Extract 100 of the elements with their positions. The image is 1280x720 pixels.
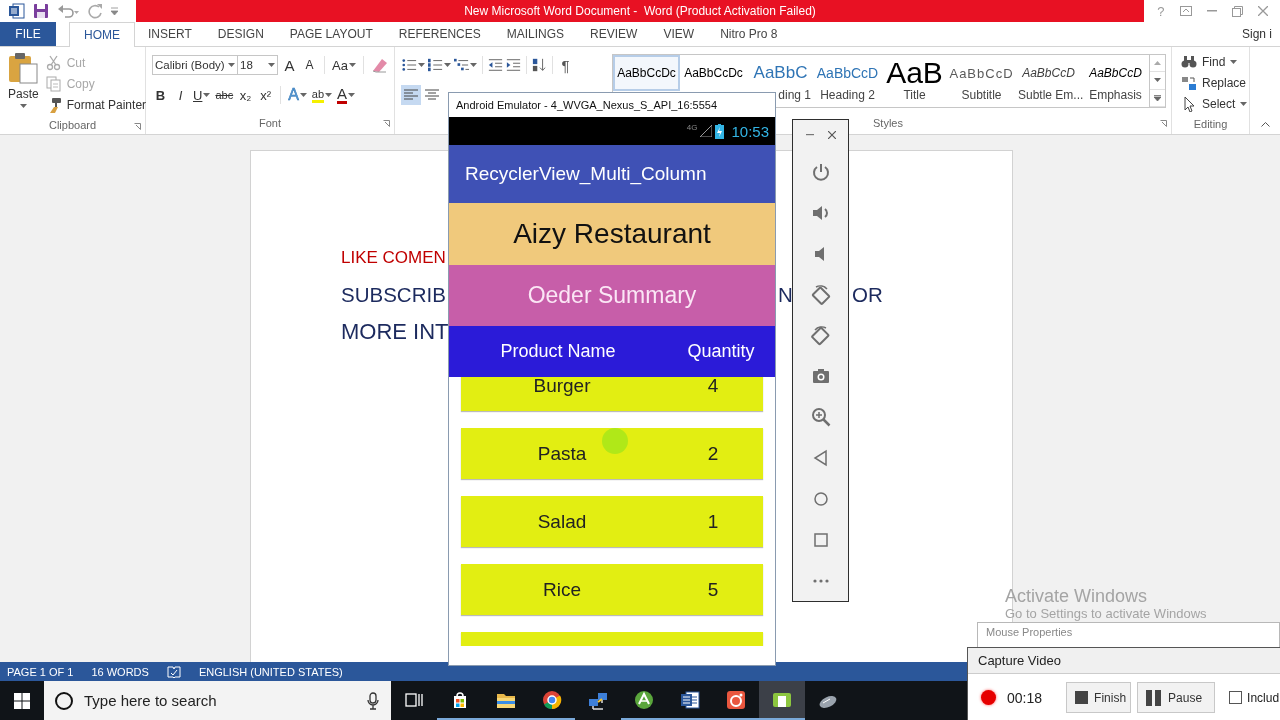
ribbon-tab[interactable]: INSERT xyxy=(135,22,205,46)
style-option[interactable]: AaBbCcD Subtitle xyxy=(948,55,1015,107)
superscript-button[interactable]: x² xyxy=(257,85,275,105)
restore-icon xyxy=(1232,5,1244,17)
align-left-icon xyxy=(403,87,419,103)
ribbon-tab[interactable]: REVIEW xyxy=(577,22,651,46)
italic-button[interactable]: I xyxy=(172,85,189,105)
font-name-field[interactable]: Calibri (Body) xyxy=(152,55,238,75)
rotate-right-icon xyxy=(810,325,831,346)
minimize-icon[interactable] xyxy=(805,133,814,136)
order-row[interactable]: Burger 4 xyxy=(461,377,763,411)
group-label: Styles xyxy=(873,117,903,129)
customize-icon[interactable] xyxy=(111,7,118,15)
signal-icon xyxy=(700,125,713,137)
strikethrough-button[interactable]: abc xyxy=(214,85,235,105)
show-marks-button[interactable]: ¶ xyxy=(557,55,574,75)
language-indicator[interactable]: ENGLISH (UNITED STATES) xyxy=(198,665,343,678)
ribbon-tab[interactable]: HOME xyxy=(69,22,135,47)
checkbox[interactable] xyxy=(1229,691,1243,704)
ribbon-tab[interactable]: REFERENCES xyxy=(385,22,494,46)
dialog-launcher-icon[interactable] xyxy=(383,120,390,127)
pause-button[interactable]: Pause xyxy=(1137,682,1216,713)
taskbar-app[interactable] xyxy=(759,681,805,720)
save-icon[interactable] xyxy=(33,3,49,19)
pause-icon xyxy=(1146,689,1163,706)
window-title: Capture Video xyxy=(978,653,1061,668)
copy-icon xyxy=(45,75,62,92)
find-button[interactable]: Find xyxy=(1178,51,1251,72)
style-option[interactable]: AaBbCcDc xyxy=(680,55,747,91)
more-icon xyxy=(1154,94,1161,101)
grow-font-button[interactable]: A xyxy=(281,55,298,75)
highlight-button[interactable]: ab xyxy=(310,85,334,105)
finish-button[interactable]: Finish xyxy=(1066,682,1132,713)
dialog-launcher-icon[interactable] xyxy=(1160,120,1167,127)
ribbon-tab[interactable]: DESIGN xyxy=(204,22,277,46)
search-field[interactable]: Type here to search xyxy=(44,681,391,720)
order-row[interactable]: Rice 5 xyxy=(461,564,763,615)
style-option[interactable]: AaBbCcD Heading 2 xyxy=(814,55,881,107)
column-header: Product Name xyxy=(499,341,617,362)
scissors-icon xyxy=(45,54,62,71)
order-row[interactable]: Pasta 2 xyxy=(461,428,763,479)
paste-button[interactable]: Paste xyxy=(8,52,39,115)
caret-icon xyxy=(418,63,425,67)
quantity: 1 xyxy=(706,510,720,533)
underline-button[interactable]: U xyxy=(192,85,212,105)
style-option[interactable]: AaBbCcD Subtle Em... xyxy=(1015,55,1082,107)
product-name: Pasta xyxy=(536,442,588,465)
section-title: Oeder Summary xyxy=(527,282,697,309)
product-name: Rice xyxy=(542,578,582,601)
document-text: LIKE COMEN xyxy=(341,248,446,267)
close-icon[interactable] xyxy=(827,130,836,139)
select-button[interactable]: Select xyxy=(1178,93,1251,114)
style-option[interactable]: AaBbCcD Emphasis xyxy=(1082,55,1149,107)
ribbon-display-icon xyxy=(1180,6,1193,16)
window-title: New Microsoft Word Document - Word (Product Activation Failed) xyxy=(464,4,816,18)
dialog-launcher-icon[interactable] xyxy=(134,123,141,130)
replace-button[interactable]: Replace xyxy=(1178,72,1251,93)
stop-icon xyxy=(1075,691,1089,704)
cursor-icon xyxy=(1181,95,1197,112)
align-center-icon xyxy=(424,87,440,103)
product-name: Salad xyxy=(536,510,588,533)
collapse-ribbon-icon[interactable] xyxy=(1260,122,1270,127)
zoom-icon xyxy=(810,407,831,428)
bold-button[interactable]: B xyxy=(152,85,169,105)
order-row[interactable]: Salad 1 xyxy=(461,496,763,547)
ribbon-tab[interactable]: Nitro Pro 8 xyxy=(707,22,791,46)
undo-icon[interactable] xyxy=(57,3,79,19)
word-logo-icon[interactable] xyxy=(9,3,25,19)
ribbon-tab[interactable]: FILE xyxy=(0,22,56,46)
subscript-button[interactable]: x₂ xyxy=(237,85,255,105)
change-case-button[interactable]: Aa xyxy=(331,55,357,75)
ribbon-tab[interactable]: VIEW xyxy=(650,22,708,46)
align-left-button[interactable] xyxy=(401,85,421,105)
word-count[interactable]: 16 WORDS xyxy=(91,665,149,678)
multilevel-list-icon xyxy=(454,57,469,73)
proofing-icon[interactable] xyxy=(166,665,181,678)
rotate-left-icon xyxy=(810,284,831,305)
quantity: 2 xyxy=(706,442,720,465)
style-option[interactable]: AaBbC ding 1 xyxy=(747,55,814,107)
ribbon-tab[interactable]: PAGE LAYOUT xyxy=(276,22,386,46)
redo-icon[interactable] xyxy=(87,3,103,19)
font-size-field[interactable]: 18 xyxy=(237,55,278,75)
style-option[interactable]: AaB Title xyxy=(881,55,948,107)
shrink-font-button[interactable]: A xyxy=(301,55,318,75)
caret-icon xyxy=(1240,101,1248,106)
page-count[interactable]: PAGE 1 OF 1 xyxy=(7,665,74,678)
include-checkbox[interactable]: Includ xyxy=(1229,690,1280,705)
caret-icon xyxy=(348,63,356,67)
sign-in-link[interactable]: Sign i xyxy=(1241,22,1280,46)
activation-title: Activate Windows xyxy=(1005,586,1149,606)
format-painter-button[interactable]: Format Painter xyxy=(42,94,150,115)
font-color-button[interactable]: A xyxy=(336,85,357,105)
quantity: 4 xyxy=(706,377,720,397)
quantity: 5 xyxy=(706,578,720,601)
style-option[interactable]: AaBbCcDc xyxy=(613,55,680,91)
window-title: Android Emulator - 4_WVGA_Nexus_S_API_16:5554 xyxy=(456,99,718,111)
ribbon-tab[interactable]: MAILINGS xyxy=(493,22,578,46)
start-icon[interactable] xyxy=(14,692,30,709)
numbering-icon xyxy=(428,57,443,73)
microphone-icon[interactable] xyxy=(367,691,379,710)
